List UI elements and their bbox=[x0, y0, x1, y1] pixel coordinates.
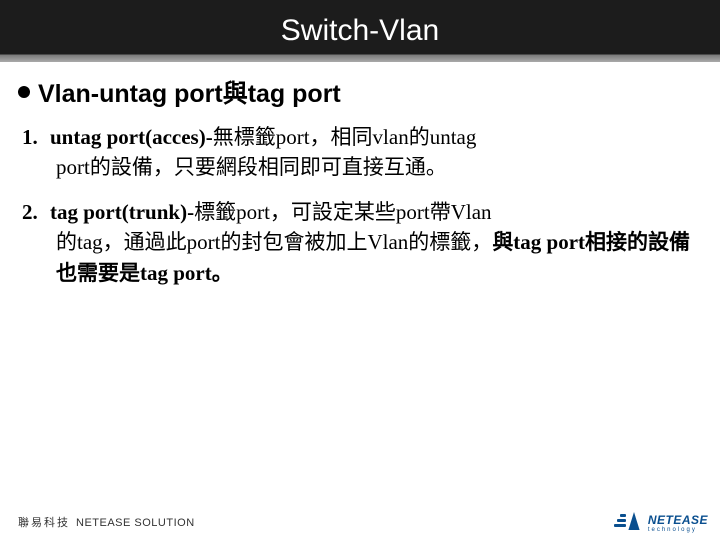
list-item: 2.tag port(trunk)-標籤port，可設定某些port帶Vlan … bbox=[22, 197, 702, 288]
item-number: 1. bbox=[22, 122, 50, 152]
netease-logo: NETEASE technology bbox=[614, 512, 708, 534]
footer-left: 聯易科技 NETEASE SOLUTION bbox=[18, 514, 195, 530]
footer-sub: NETEASE SOLUTION bbox=[76, 517, 195, 529]
logo-line2: technology bbox=[648, 527, 708, 533]
item-body-line2: 的tag，通過此port的封包會被加上Vlan的標籤，與tag port相接的設… bbox=[22, 227, 702, 288]
item-number: 2. bbox=[22, 197, 50, 227]
item-body: 標籤port，可設定某些port帶Vlan bbox=[194, 200, 491, 224]
bullet-icon bbox=[18, 86, 30, 98]
item-body-text: 的tag，通過此port的封包會被加上Vlan的標籤， bbox=[56, 230, 492, 254]
footer-brand: 聯易科技 bbox=[18, 517, 70, 529]
section-title: Vlan-untag port與tag port bbox=[38, 74, 341, 110]
list-item: 1.untag port(acces)-無標籤port，相同vlan的untag… bbox=[22, 122, 702, 183]
logo-line1: NETEASE bbox=[648, 514, 708, 526]
logo-text: NETEASE technology bbox=[648, 514, 708, 533]
item-body: 無標籤port，相同vlan的untag bbox=[213, 125, 477, 149]
section-heading-row: Vlan-untag port與tag port bbox=[18, 74, 702, 110]
page-title: Switch-Vlan bbox=[281, 14, 439, 48]
item-lead: tag port(trunk)- bbox=[50, 200, 194, 224]
title-band: Switch-Vlan bbox=[0, 0, 720, 62]
item-body-line2: port的設備，只要網段相同即可直接互通。 bbox=[22, 152, 702, 182]
item-lead: untag port(acces)- bbox=[50, 125, 213, 149]
content-area: Vlan-untag port與tag port 1.untag port(ac… bbox=[0, 62, 720, 288]
logo-mark-icon bbox=[614, 512, 644, 534]
